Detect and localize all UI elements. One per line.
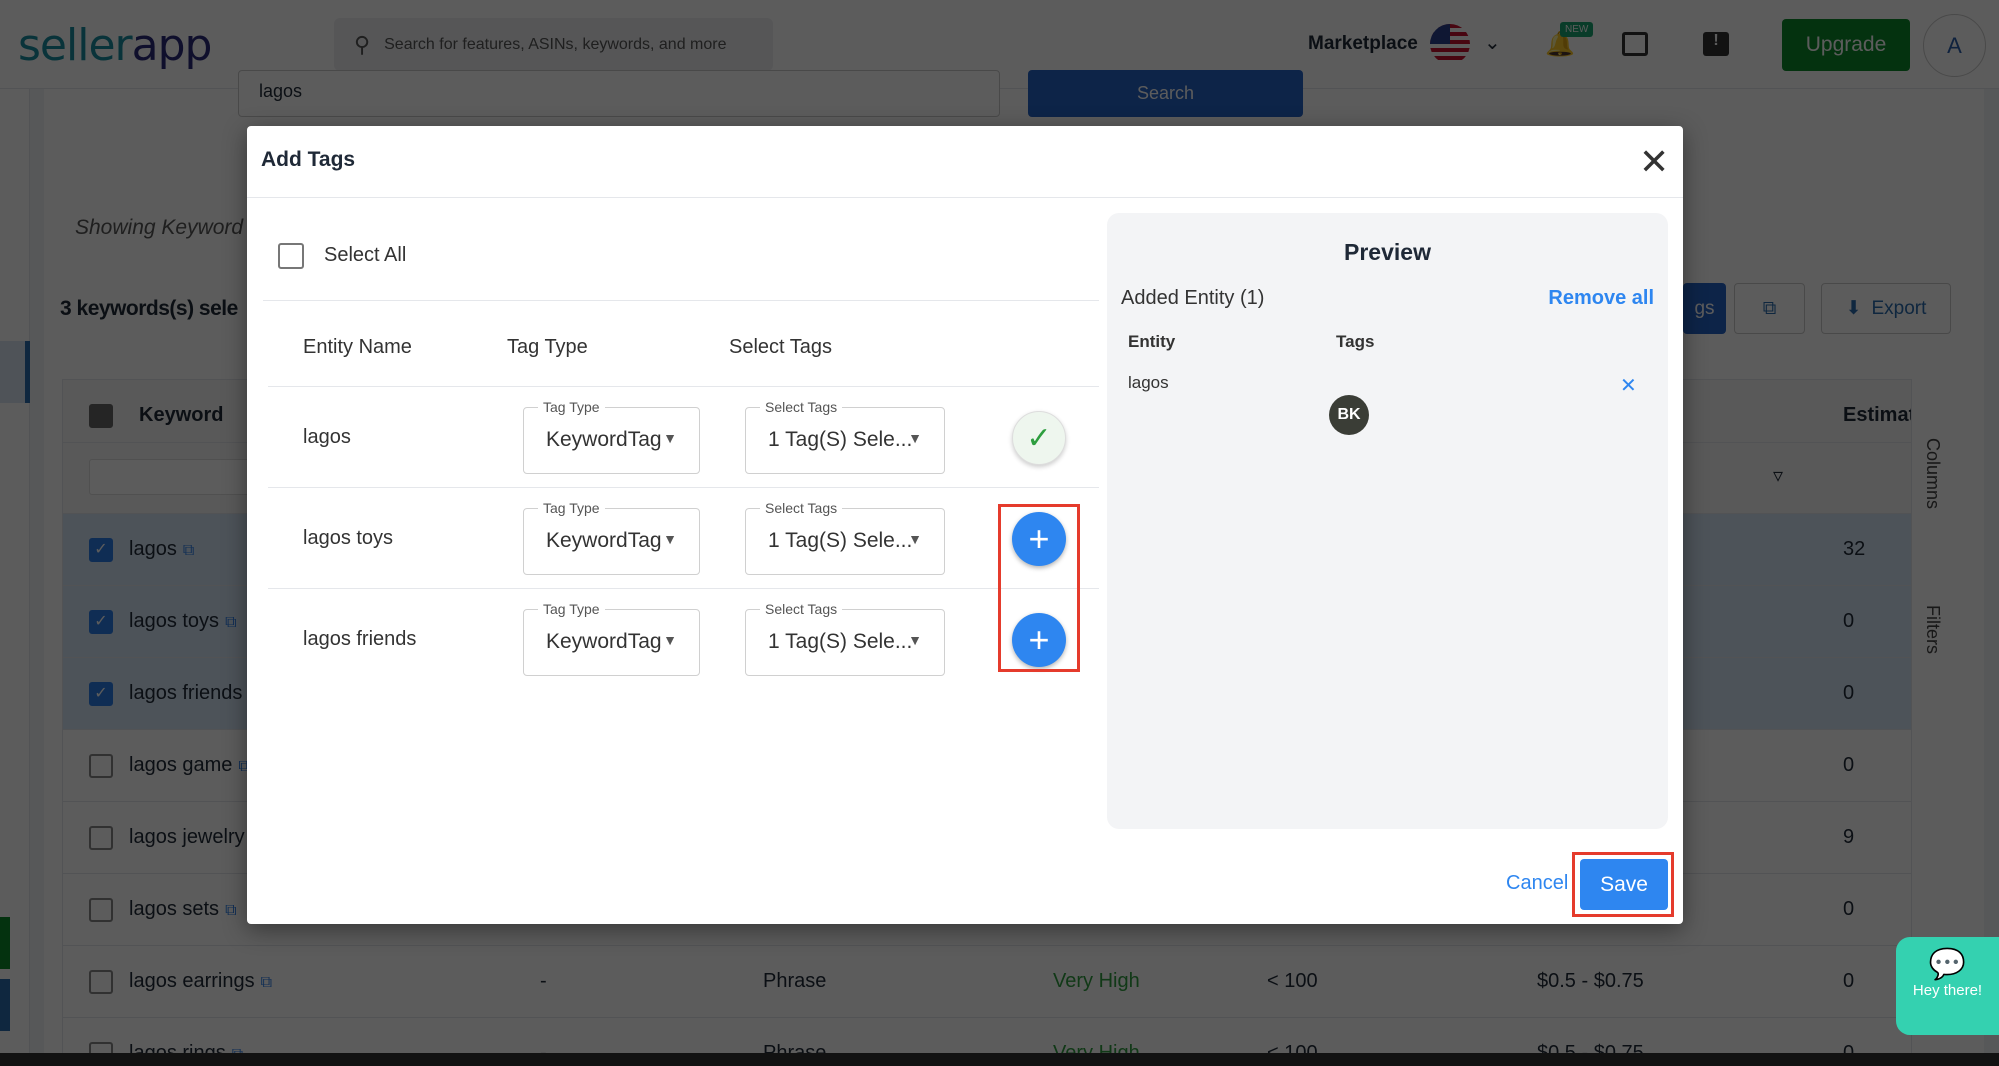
estimate-cell: 0 <box>1843 682 1855 704</box>
estimate-cell: 32 <box>1843 538 1866 560</box>
entity-name: lagos toys <box>303 527 394 549</box>
selected-count: 3 keywords(s) sele <box>60 297 238 320</box>
modal-title: Add Tags <box>261 148 356 171</box>
close-icon[interactable]: ✕ <box>1639 144 1669 180</box>
keyword-cell[interactable]: lagos game ⧉ <box>129 754 250 777</box>
competition-cell: Very High <box>1053 970 1140 992</box>
export-button[interactable]: ⬇ Export <box>1821 283 1951 334</box>
estimate-cell: 0 <box>1843 898 1855 920</box>
preview-entity-header: Entity <box>1128 332 1176 351</box>
row-checkbox[interactable] <box>89 826 113 850</box>
estimate-column-header[interactable]: Estimat <box>1843 404 1911 427</box>
row-checkbox[interactable] <box>89 970 113 994</box>
divider <box>247 197 1683 198</box>
copy-icon: ⧉ <box>1762 297 1777 319</box>
remove-all-link[interactable]: Remove all <box>1548 287 1654 310</box>
keyword-cell[interactable]: lagos toys ⧉ <box>129 610 237 633</box>
keyword-input[interactable]: lagos <box>238 70 1000 117</box>
keyword-search-button[interactable]: Search <box>1028 70 1303 117</box>
cancel-button[interactable]: Cancel <box>1506 872 1568 895</box>
volume-cell: < 100 <box>1267 970 1318 992</box>
select-tags-select[interactable]: Select Tags 1 Tag(S) Sele... ▼ <box>745 500 945 575</box>
estimate-cell: 0 <box>1843 754 1855 776</box>
estimate-cell: 0 <box>1843 970 1855 992</box>
tag-type-select[interactable]: Tag Type KeywordTag ▼ <box>523 399 700 474</box>
tag-type-header: Tag Type <box>507 336 588 358</box>
select-all-checkbox[interactable] <box>278 243 304 269</box>
caret-down-icon: ▼ <box>908 632 922 648</box>
external-link-icon[interactable]: ⧉ <box>225 902 236 919</box>
tag-chip-bk: BK <box>1329 395 1369 435</box>
filters-panel-toggle[interactable]: Filters <box>1922 605 1943 654</box>
row-checkbox[interactable]: ✓ <box>89 682 113 706</box>
divider <box>268 487 1099 488</box>
added-check-icon: ✓ <box>1012 411 1066 465</box>
external-link-icon[interactable]: ⧉ <box>261 974 272 991</box>
showing-text: Showing Keyword <box>75 216 244 239</box>
highlight-save-button <box>1572 852 1674 917</box>
chat-bubble-icon: 💬 <box>1928 948 1967 981</box>
download-icon: ⬇ <box>1845 298 1862 319</box>
add-tags-modal: Add Tags ✕ Select All Entity Name Tag Ty… <box>247 126 1683 924</box>
keyword-cell[interactable]: lagos sets ⧉ <box>129 898 237 921</box>
select-all-rows-checkbox[interactable] <box>89 404 113 428</box>
estimate-cell: 9 <box>1843 826 1855 848</box>
estimate-cell: 0 <box>1843 610 1855 632</box>
select-tags-select[interactable]: Select Tags 1 Tag(S) Sele... ▼ <box>745 399 945 474</box>
entity-name-header: Entity Name <box>303 336 412 358</box>
add-tags-button[interactable]: gs <box>1683 283 1726 334</box>
preview-entity: lagos <box>1128 373 1169 392</box>
chat-label: Hey there! <box>1912 982 1983 999</box>
highlight-add-buttons <box>998 504 1080 672</box>
filter-icon[interactable]: ▿ <box>1773 463 1783 488</box>
added-entity-count: Added Entity (1) <box>1121 287 1265 309</box>
row-checkbox[interactable]: ✓ <box>89 538 113 562</box>
cell-col1: - <box>540 970 547 992</box>
external-link-icon[interactable]: ⧉ <box>225 614 236 631</box>
divider <box>268 386 1099 387</box>
chat-widget[interactable]: 💬 Hey there! <box>1896 937 1999 1035</box>
external-link-icon[interactable]: ⧉ <box>183 542 194 559</box>
tag-type-select[interactable]: Tag Type KeywordTag ▼ <box>523 601 700 676</box>
columns-panel-toggle[interactable]: Columns <box>1922 438 1943 509</box>
preview-tags-header: Tags <box>1336 332 1375 351</box>
table-row[interactable]: lagos earrings ⧉ - Phrase Very High < 100… <box>63 946 1911 1018</box>
caret-down-icon: ▼ <box>663 531 677 547</box>
row-checkbox[interactable]: ✓ <box>89 610 113 634</box>
bottom-bar <box>0 1053 1999 1066</box>
caret-down-icon: ▼ <box>908 531 922 547</box>
caret-down-icon: ▼ <box>663 430 677 446</box>
caret-down-icon: ▼ <box>663 632 677 648</box>
keyword-cell[interactable]: lagos ⧉ <box>129 538 194 561</box>
select-tags-select[interactable]: Select Tags 1 Tag(S) Sele... ▼ <box>745 601 945 676</box>
select-tags-header: Select Tags <box>729 336 833 358</box>
entity-name: lagos <box>303 426 351 448</box>
match-type-cell: Phrase <box>763 970 827 992</box>
tag-type-select[interactable]: Tag Type KeywordTag ▼ <box>523 500 700 575</box>
row-checkbox[interactable] <box>89 898 113 922</box>
remove-entity-icon[interactable]: ✕ <box>1620 373 1637 398</box>
keyword-cell[interactable]: lagos jewelry⧉ <box>129 826 262 849</box>
keyword-cell[interactable]: lagos earrings ⧉ <box>129 970 272 993</box>
keyword-column-header[interactable]: Keyword <box>139 404 223 427</box>
keyword-cell[interactable]: lagos friends⧉ <box>129 682 260 705</box>
caret-down-icon: ▼ <box>908 430 922 446</box>
divider <box>268 588 1099 589</box>
bid-cell: $0.5 - $0.75 <box>1537 970 1644 992</box>
copy-button[interactable]: ⧉ <box>1734 283 1805 334</box>
preview-panel: Preview Added Entity (1) Remove all Enti… <box>1107 213 1668 829</box>
entity-name: lagos friends <box>303 628 417 650</box>
preview-title: Preview <box>1344 239 1431 265</box>
select-all-label: Select All <box>324 244 407 266</box>
row-checkbox[interactable] <box>89 754 113 778</box>
divider <box>263 300 1099 301</box>
